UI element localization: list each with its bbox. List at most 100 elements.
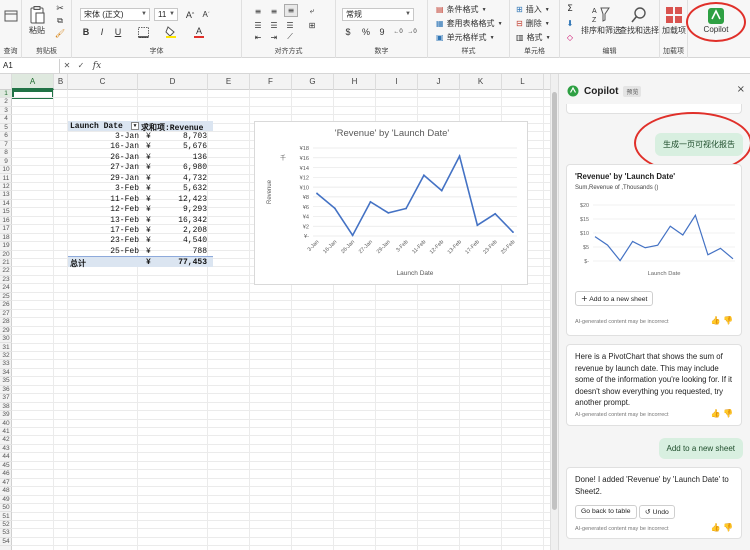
fill-color-icon[interactable] <box>160 26 182 38</box>
align-right-icon[interactable]: ☰ <box>284 20 296 30</box>
row-header-16[interactable]: 16 <box>0 217 12 226</box>
row-header-14[interactable]: 14 <box>0 200 12 209</box>
pivot-row[interactable]: 17-Feb ¥2,208 <box>68 225 213 235</box>
insert-function-icon[interactable]: fx <box>88 61 106 71</box>
row-header-50[interactable]: 50 <box>0 504 12 513</box>
row-header-13[interactable]: 13 <box>0 191 12 200</box>
column-header-b[interactable]: B <box>54 74 68 90</box>
orientation-icon[interactable]: ⟋ <box>284 32 296 42</box>
row-header-1[interactable]: 1 <box>0 90 12 99</box>
decrease-indent-icon[interactable]: ⇤ <box>252 32 264 42</box>
row-header-49[interactable]: 49 <box>0 496 12 505</box>
row-header-6[interactable]: 6 <box>0 132 12 141</box>
pivot-row[interactable]: 23-Feb ¥4,540 <box>68 235 213 245</box>
enter-icon[interactable]: ✓ <box>74 61 88 70</box>
fill-icon[interactable]: ⬇ <box>564 18 576 28</box>
number-format-select[interactable]: 常规 ▼ <box>342 8 414 21</box>
bold-button[interactable]: B <box>80 26 92 38</box>
row-header-45[interactable]: 45 <box>0 462 12 471</box>
go-back-to-table-button[interactable]: Go back to table <box>575 505 637 519</box>
currency-button[interactable]: $ <box>342 26 354 38</box>
pivot-row[interactable]: 3-Jan ¥8,703 <box>68 131 213 141</box>
add-to-new-sheet-button[interactable]: + Add to a new sheet <box>575 291 654 306</box>
sort-filter-button[interactable]: AZ 排序和筛选 <box>581 2 621 38</box>
border-icon[interactable] <box>132 26 154 38</box>
format-button[interactable]: ▥ 格式 ▼ <box>516 32 551 43</box>
row-header-52[interactable]: 52 <box>0 521 12 530</box>
row-header-19[interactable]: 19 <box>0 242 12 251</box>
thumbs-down-icon[interactable]: 👎 <box>723 523 733 532</box>
row-header-2[interactable]: 2 <box>0 98 12 107</box>
pivot-row[interactable]: 16-Jan ¥5,676 <box>68 141 213 151</box>
row-header-26[interactable]: 26 <box>0 301 12 310</box>
pivot-row[interactable]: 25-Feb ¥788 <box>68 246 213 256</box>
vertical-scrollbar[interactable] <box>550 74 558 550</box>
row-header-53[interactable]: 53 <box>0 529 12 538</box>
select-all-corner[interactable] <box>0 74 12 90</box>
row-header-40[interactable]: 40 <box>0 420 12 428</box>
percent-button[interactable]: % <box>360 26 372 38</box>
thumbs-up-icon[interactable]: 👍 <box>711 523 721 532</box>
comma-button[interactable]: 9 <box>376 26 388 38</box>
column-header-i[interactable]: I <box>376 74 418 90</box>
row-header-21[interactable]: 21 <box>0 259 12 268</box>
align-left-icon[interactable]: ☰ <box>252 20 264 30</box>
row-header-4[interactable]: 4 <box>0 115 12 124</box>
merge-center-icon[interactable]: ⊞ <box>306 20 318 30</box>
pivot-row[interactable]: 12-Feb ¥9,293 <box>68 204 213 214</box>
pivot-table[interactable]: Launch Date ▼ 求和项:Revenue 3-Jan ¥8,703 16-… <box>68 121 213 269</box>
wrap-text-icon[interactable]: ⤶ <box>306 6 318 16</box>
align-top-icon[interactable]: ≡ <box>252 6 264 16</box>
filter-dropdown-icon[interactable]: ▼ <box>131 122 139 130</box>
autosum-icon[interactable]: Σ <box>564 4 576 14</box>
cancel-icon[interactable]: ✕ <box>60 61 74 70</box>
pivot-chart[interactable]: 'Revenue' by 'Launch Date' ¥- ¥2 ¥4 ¥6 ¥8 ¥10 ¥… <box>254 121 528 285</box>
column-header-g[interactable]: G <box>292 74 334 90</box>
row-header-17[interactable]: 17 <box>0 225 12 234</box>
row-header-34[interactable]: 34 <box>0 369 12 378</box>
increase-font-icon[interactable]: A ^ <box>184 8 196 21</box>
row-header-24[interactable]: 24 <box>0 284 12 293</box>
thumbs-down-icon[interactable]: 👎 <box>723 409 733 418</box>
copy-icon[interactable]: ⧉ <box>54 16 66 26</box>
pivot-row[interactable]: 13-Feb ¥16,342 <box>68 215 213 225</box>
row-header-36[interactable]: 36 <box>0 386 12 395</box>
row-header-35[interactable]: 35 <box>0 377 12 386</box>
row-header-27[interactable]: 27 <box>0 310 12 319</box>
find-select-button[interactable]: 查找和选择 <box>619 2 659 38</box>
cell-styles-button[interactable]: ▣ 单元格样式 ▼ <box>436 32 495 43</box>
row-header-28[interactable]: 28 <box>0 318 12 327</box>
scrollbar-thumb[interactable] <box>552 92 557 510</box>
pivot-row[interactable]: 11-Feb ¥12,423 <box>68 194 213 204</box>
column-header-k[interactable]: K <box>460 74 502 90</box>
row-header-54[interactable]: 54 <box>0 538 12 547</box>
cut-icon[interactable]: ✂ <box>54 4 66 14</box>
formula-input[interactable] <box>106 59 750 73</box>
column-header-e[interactable]: E <box>208 74 250 90</box>
thumbs-down-icon[interactable]: 👎 <box>723 316 733 325</box>
row-header-47[interactable]: 47 <box>0 479 12 488</box>
name-box[interactable]: A1 <box>0 58 60 73</box>
row-header-8[interactable]: 8 <box>0 149 12 158</box>
italic-button[interactable]: I <box>96 26 108 38</box>
decrease-decimal-icon[interactable]: →0 <box>406 26 418 38</box>
paste-button[interactable]: 粘贴 <box>26 2 48 38</box>
row-header-33[interactable]: 33 <box>0 360 12 369</box>
column-header-l[interactable]: L <box>502 74 544 90</box>
close-icon[interactable]: × <box>737 84 745 95</box>
row-header-9[interactable]: 9 <box>0 158 12 167</box>
insert-button[interactable]: ⊞ 插入 ▼ <box>516 4 550 15</box>
format-as-table-button[interactable]: ▦ 套用表格格式 ▼ <box>436 18 503 29</box>
row-header-37[interactable]: 37 <box>0 394 12 403</box>
row-header-25[interactable]: 25 <box>0 293 12 302</box>
column-header-j[interactable]: J <box>418 74 460 90</box>
align-bottom-icon[interactable]: ≡ <box>284 4 298 17</box>
row-header-18[interactable]: 18 <box>0 234 12 243</box>
align-center-icon[interactable]: ☰ <box>268 20 280 30</box>
font-color-icon[interactable]: A <box>188 26 210 38</box>
row-header-20[interactable]: 20 <box>0 251 12 259</box>
row-header-29[interactable]: 29 <box>0 327 12 336</box>
row-header-48[interactable]: 48 <box>0 487 12 496</box>
column-header-h[interactable]: H <box>334 74 376 90</box>
conditional-format-button[interactable]: ▤ 条件格式 ▼ <box>436 4 487 15</box>
